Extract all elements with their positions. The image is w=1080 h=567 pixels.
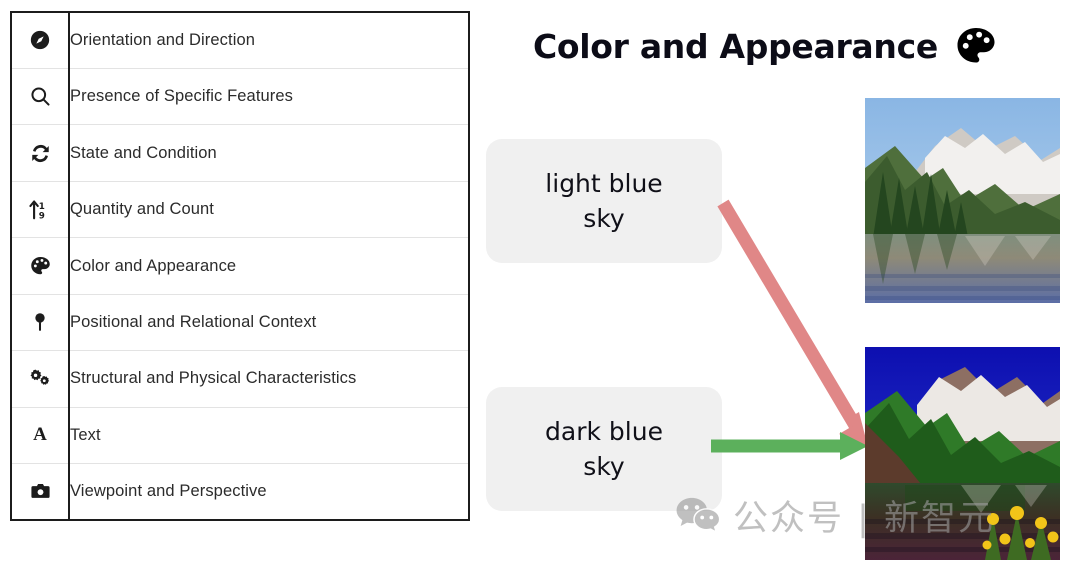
letter-a-icon-cell: A: [12, 407, 70, 464]
category-table: Orientation and Direction Presence of Sp…: [10, 11, 470, 521]
table-cell-label: Viewpoint and Perspective: [70, 482, 267, 501]
compass-icon-cell: [12, 13, 70, 69]
sort-numeric-up-icon: 1 9: [12, 198, 68, 221]
green-arrow: [711, 432, 868, 460]
gears-icon: [12, 367, 68, 390]
table-row[interactable]: Orientation and Direction: [12, 13, 468, 69]
sync-arrows-icon: [12, 142, 68, 165]
svg-text:9: 9: [39, 212, 45, 221]
camera-icon: [12, 481, 68, 501]
magnifier-icon: [12, 85, 68, 108]
table-cell-label: Quantity and Count: [69, 181, 468, 239]
table-row[interactable]: Color and Appearance: [12, 237, 468, 295]
camera-icon-cell: [12, 463, 70, 519]
palette-icon: [952, 24, 1000, 68]
svg-text:1: 1: [39, 202, 45, 212]
screenshot-root: Orientation and Direction Presence of Sp…: [0, 0, 1080, 567]
sort-numeric-up-icon-cell: 1 9: [12, 181, 70, 239]
watermark: 公众号 | 新智元: [675, 490, 995, 541]
chip-label: light blue sky: [545, 168, 663, 234]
table-row[interactable]: A Text: [12, 407, 468, 464]
table-cell-label: Structural and Physical Characteristics: [69, 350, 468, 408]
table-row[interactable]: Structural and Physical Characteristics: [12, 350, 468, 408]
chip-label: dark blue sky: [545, 416, 663, 482]
page-title: Color and Appearance: [533, 24, 1000, 68]
table-cell-label: Color and Appearance: [69, 237, 468, 295]
sync-arrows-icon-cell: [12, 124, 70, 182]
table-row[interactable]: Presence of Specific Features: [12, 68, 468, 126]
table-row[interactable]: State and Condition: [12, 124, 468, 182]
watermark-text: 公众号 | 新智元: [733, 499, 996, 539]
gears-icon-cell: [12, 350, 70, 408]
table-row[interactable]: Positional and Relational Context: [12, 294, 468, 352]
detail-panel: Color and Appearance light blue sky dark…: [470, 0, 1080, 567]
compass-icon: [12, 29, 68, 51]
map-pin-icon: [12, 311, 68, 334]
table-cell-label: Presence of Specific Features: [69, 68, 468, 126]
table-cell-label: Positional and Relational Context: [69, 294, 468, 352]
table-cell-label: Orientation and Direction: [69, 13, 468, 69]
table-cell-label: State and Condition: [69, 124, 468, 182]
map-pin-icon-cell: [12, 294, 70, 352]
palette-icon-cell: [12, 237, 70, 295]
palette-icon: [12, 255, 68, 277]
category-table-body: Orientation and Direction Presence of Sp…: [12, 13, 468, 519]
mountain-lake-light-sky-image: [865, 98, 1060, 303]
wechat-icon: [675, 496, 721, 536]
red-arrow: [717, 199, 868, 447]
chip-light-blue-sky[interactable]: light blue sky: [486, 139, 722, 263]
magnifier-icon-cell: [12, 68, 70, 126]
table-row[interactable]: Viewpoint and Perspective: [12, 463, 468, 519]
letter-a-icon: A: [33, 424, 47, 446]
table-cell-label: Text: [69, 407, 468, 464]
page-title-text: Color and Appearance: [533, 26, 938, 66]
table-row[interactable]: 1 9 Quantity and Count: [12, 181, 468, 239]
